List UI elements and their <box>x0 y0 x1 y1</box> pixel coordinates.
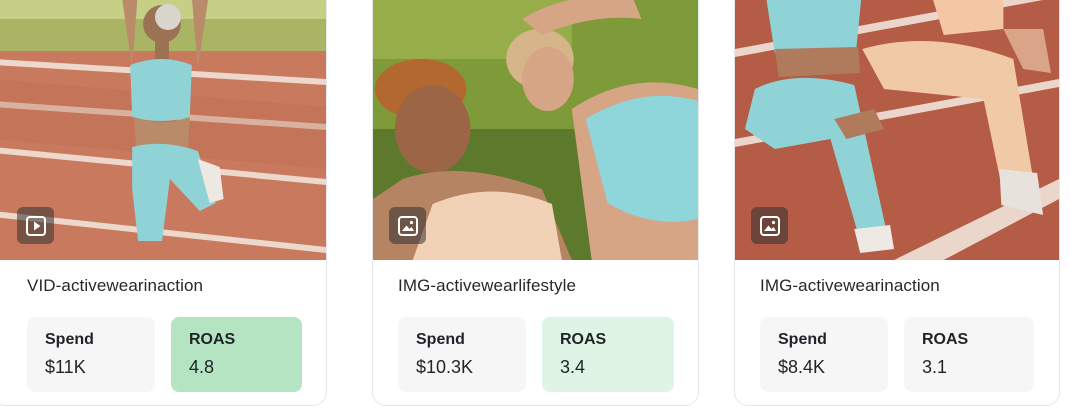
creative-title: IMG-activewearinaction <box>760 276 940 295</box>
media-type-badge <box>17 207 54 244</box>
creative-thumbnail[interactable] <box>373 0 698 260</box>
spend-label: Spend <box>778 331 827 348</box>
media-type-badge <box>751 207 788 244</box>
roas-metric: ROAS 3.4 <box>542 317 674 392</box>
roas-metric: ROAS 4.8 <box>171 317 302 392</box>
creative-card[interactable]: IMG-activewearinaction Spend $8.4K ROAS … <box>734 0 1060 406</box>
spend-metric: Spend $11K <box>27 317 155 392</box>
roas-value: 3.4 <box>560 357 586 377</box>
creative-card[interactable]: IMG-activewearlifestyle Spend $10.3K ROA… <box>372 0 699 406</box>
creative-thumbnail[interactable] <box>0 0 326 260</box>
creative-card[interactable]: VID-activewearinaction Spend $11K ROAS 4… <box>0 0 327 406</box>
image-icon <box>759 215 780 236</box>
creative-title: IMG-activewearlifestyle <box>398 276 577 295</box>
roas-value: 4.8 <box>189 357 215 377</box>
roas-label: ROAS <box>922 331 969 348</box>
spend-label: Spend <box>45 331 94 348</box>
spend-label: Spend <box>416 331 465 348</box>
spend-value: $11K <box>45 357 86 377</box>
roas-label: ROAS <box>560 331 607 348</box>
roas-label: ROAS <box>189 331 236 348</box>
roas-metric: ROAS 3.1 <box>904 317 1034 392</box>
creative-thumbnail[interactable] <box>735 0 1059 260</box>
media-type-badge <box>389 207 426 244</box>
spend-metric: Spend $8.4K <box>760 317 888 392</box>
spend-value: $8.4K <box>778 357 826 377</box>
spend-metric: Spend $10.3K <box>398 317 526 392</box>
roas-value: 3.1 <box>922 357 948 377</box>
play-icon <box>25 215 46 236</box>
spend-value: $10.3K <box>416 357 474 377</box>
image-icon <box>397 215 418 236</box>
creative-title: VID-activewearinaction <box>27 276 204 295</box>
